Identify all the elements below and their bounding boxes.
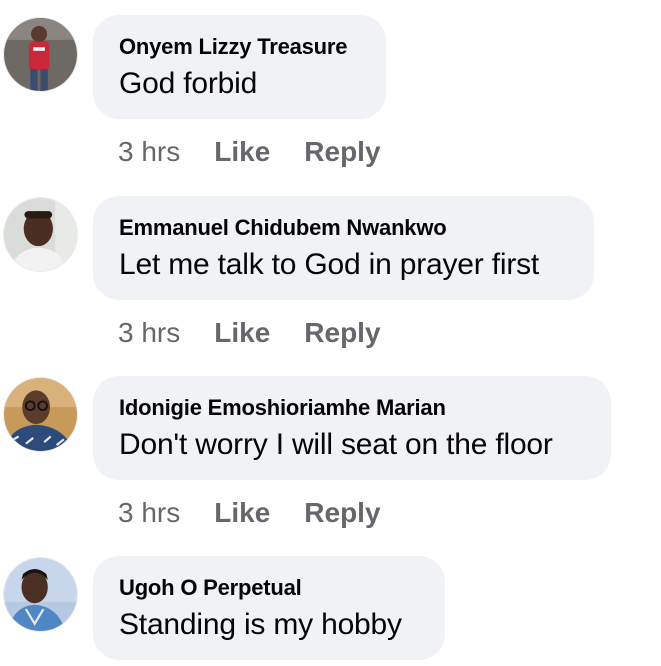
avatar[interactable] (4, 558, 77, 631)
reply-button[interactable]: Reply (304, 135, 380, 169)
comment-text: Don't worry I will seat on the floor (119, 428, 553, 461)
reply-button[interactable]: Reply (304, 316, 380, 350)
comment-text: Let me talk to God in prayer first (119, 248, 540, 281)
avatar[interactable] (4, 198, 77, 271)
like-button[interactable]: Like (214, 316, 270, 350)
comment-actions: 3 hrs Like Reply (118, 496, 381, 530)
comment-timestamp[interactable]: 3 hrs (118, 496, 180, 530)
comment-author[interactable]: Ugoh O Perpetual (119, 574, 419, 602)
comment-text: God forbid (119, 67, 258, 100)
profile-photo-icon (4, 18, 77, 91)
avatar[interactable] (4, 378, 77, 451)
comment-bubble: Idonigie Emoshioriamhe Marian Don't worr… (93, 376, 611, 480)
comment-author[interactable]: Emmanuel Chidubem Nwankwo (119, 214, 568, 242)
comment-timestamp[interactable]: 3 hrs (118, 316, 180, 350)
comment-bubble: Emmanuel Chidubem Nwankwo Let me talk to… (93, 196, 594, 300)
comment-actions: 3 hrs Like Reply (118, 316, 381, 350)
comment-bubble: Ugoh O Perpetual Standing is my hobby (93, 556, 445, 660)
comment-bubble: Onyem Lizzy Treasure God forbid (93, 15, 386, 119)
like-button[interactable]: Like (214, 135, 270, 169)
comment-text: Standing is my hobby (119, 608, 402, 641)
reply-button[interactable]: Reply (304, 496, 380, 530)
avatar[interactable] (4, 18, 77, 91)
profile-photo-icon (4, 558, 77, 631)
comment-author[interactable]: Onyem Lizzy Treasure (119, 33, 360, 61)
profile-photo-icon (4, 378, 77, 451)
comment-timestamp[interactable]: 3 hrs (118, 135, 180, 169)
comment-author[interactable]: Idonigie Emoshioriamhe Marian (119, 394, 585, 422)
comment-actions: 3 hrs Like Reply (118, 135, 381, 169)
profile-photo-icon (4, 198, 77, 271)
like-button[interactable]: Like (214, 496, 270, 530)
